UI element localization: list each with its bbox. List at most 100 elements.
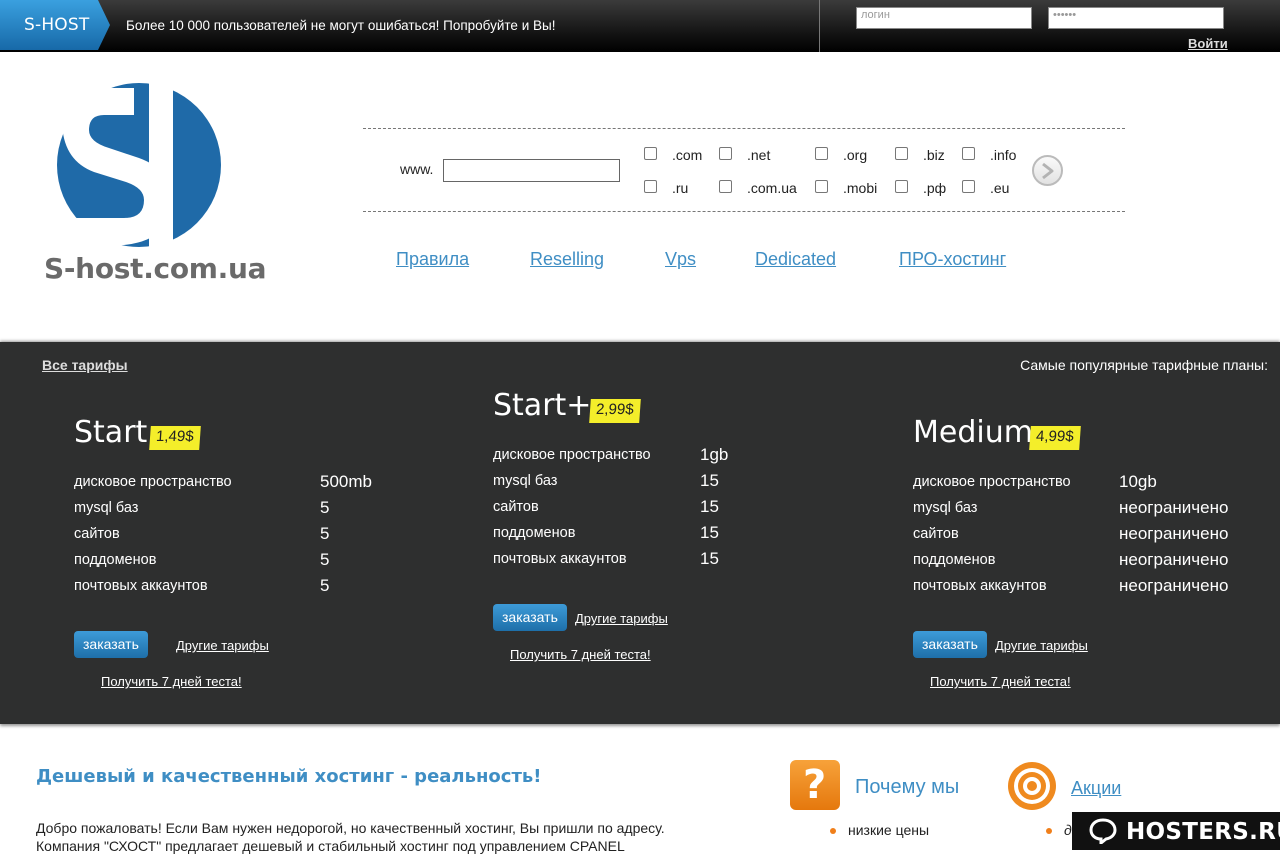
nav-link-pro-hosting[interactable]: ПРО-хостинг (899, 249, 1006, 270)
tld-checkbox-net[interactable] (719, 147, 732, 160)
spec-row: сайтов неограничено (913, 524, 1273, 552)
password-input[interactable]: •••••• (1048, 7, 1224, 29)
plan-price: 1,49$ (149, 426, 201, 450)
spec-label: сайтов (913, 526, 959, 542)
tld-checkbox-eu[interactable] (962, 180, 975, 193)
spec-value: 1gb (700, 445, 729, 464)
nav-link-dedicated[interactable]: Dedicated (755, 249, 836, 270)
speech-bubble-icon (1089, 818, 1117, 844)
why-us-item: низкие цены (848, 822, 930, 838)
login-input[interactable]: логин (856, 7, 1032, 29)
tld-checkbox-ru[interactable] (644, 180, 657, 193)
spec-row: поддоменов неограничено (913, 550, 1273, 578)
spec-label: поддоменов (493, 525, 576, 541)
login-button[interactable]: Войти (1188, 36, 1228, 51)
spec-value: 10gb (1119, 472, 1157, 491)
tld-checkbox-biz[interactable] (895, 147, 908, 160)
spec-label: почтовых аккаунтов (74, 578, 208, 594)
spec-row: дисковое пространство 1gb (493, 445, 853, 473)
spec-value: 15 (700, 497, 719, 516)
spec-label: mysql баз (493, 473, 558, 489)
spec-value: 15 (700, 471, 719, 490)
spec-label: почтовых аккаунтов (493, 551, 627, 567)
spec-row: mysql баз неограничено (913, 498, 1273, 526)
order-button[interactable]: заказать (913, 631, 987, 658)
watermark-text: HOSTERS.RU (1126, 819, 1280, 845)
order-button[interactable]: заказать (74, 631, 148, 658)
why-us-title: Почему мы (855, 776, 960, 798)
tld-label: .eu (990, 180, 1010, 196)
spec-label: дисковое пространство (74, 474, 232, 490)
trial-link[interactable]: Получить 7 дней теста! (930, 674, 1071, 689)
other-tariffs-link[interactable]: Другие тарифы (995, 638, 1088, 653)
tld-label: .info (990, 147, 1017, 163)
plan-price: 4,99$ (1029, 426, 1081, 450)
plan-name: Medium (913, 415, 1033, 450)
nav-link-rules[interactable]: Правила (396, 249, 469, 270)
spec-label: почтовых аккаунтов (913, 578, 1047, 594)
question-glyph: ? (803, 762, 827, 808)
spec-row: почтовых аккаунтов неограничено (913, 576, 1273, 604)
tld-label: .org (843, 147, 868, 163)
spec-value: неограничено (1119, 524, 1229, 543)
about-title: Дешевый и качественный хостинг - реально… (36, 766, 542, 787)
spec-row: сайтов 15 (493, 497, 853, 525)
tld-checkbox-org[interactable] (815, 147, 828, 160)
domain-search-button[interactable] (1032, 155, 1063, 186)
tariffs-panel: Все тарифы Самые популярные тарифные пла… (0, 342, 1280, 724)
plan-name: Start+ (493, 388, 592, 423)
brand-label: S-HOST (24, 15, 90, 35)
nav-link-reselling[interactable]: Reselling (530, 249, 604, 270)
tld-label: .com (672, 147, 703, 163)
question-icon: ? (790, 760, 840, 810)
trial-link[interactable]: Получить 7 дней теста! (101, 674, 242, 689)
spec-value: неограничено (1119, 498, 1229, 517)
bullet-icon (830, 828, 836, 834)
tld-checkbox-com[interactable] (644, 147, 657, 160)
spec-row: дисковое пространство 10gb (913, 472, 1273, 500)
tld-checkbox-rf[interactable] (895, 180, 908, 193)
logo-text: S-host.com.ua (44, 252, 267, 285)
tld-label: .com.ua (747, 180, 797, 196)
spec-row: дисковое пространство 500mb (74, 472, 434, 500)
plan-price: 2,99$ (589, 399, 641, 423)
spec-value: 5 (320, 550, 330, 569)
slogan: Более 10 000 пользователей не могут ошиб… (126, 18, 556, 33)
arrow-right-icon (1042, 162, 1054, 180)
tld-label: .ru (672, 180, 689, 196)
bullet-icon (1046, 828, 1052, 834)
popular-plans-label: Самые популярные тарифные планы: (1020, 357, 1268, 373)
spec-label: mysql баз (913, 500, 978, 516)
divider (819, 0, 820, 52)
trial-link[interactable]: Получить 7 дней теста! (510, 647, 651, 662)
spec-row: mysql баз 15 (493, 471, 853, 499)
target-icon-shape (1008, 762, 1056, 810)
tld-label: .biz (923, 147, 945, 163)
spec-label: поддоменов (913, 552, 996, 568)
spec-row: почтовых аккаунтов 15 (493, 549, 853, 577)
spec-row: поддоменов 5 (74, 550, 434, 578)
order-button[interactable]: заказать (493, 604, 567, 631)
plan-name: Start (74, 415, 148, 450)
spec-value: 15 (700, 523, 719, 542)
promotions-link[interactable]: Акции (1071, 778, 1121, 799)
tld-label: .mobi (843, 180, 878, 196)
nav-link-vps[interactable]: Vps (665, 249, 696, 270)
tld-checkbox-comua[interactable] (719, 180, 732, 193)
brand-badge[interactable]: S-HOST (0, 0, 110, 50)
spec-row: поддоменов 15 (493, 523, 853, 551)
other-tariffs-link[interactable]: Другие тарифы (176, 638, 269, 653)
spec-value: неограничено (1119, 550, 1229, 569)
spec-label: mysql баз (74, 500, 139, 516)
all-tariffs-link[interactable]: Все тарифы (42, 357, 128, 373)
spec-row: почтовых аккаунтов 5 (74, 576, 434, 604)
spec-value: 5 (320, 498, 330, 517)
spec-value: 5 (320, 576, 330, 595)
tld-label: .net (747, 147, 771, 163)
spec-label: дисковое пространство (913, 474, 1071, 490)
tld-checkbox-mobi[interactable] (815, 180, 828, 193)
domain-input[interactable] (443, 159, 620, 182)
tld-checkbox-info[interactable] (962, 147, 975, 160)
spec-value: 5 (320, 524, 330, 543)
other-tariffs-link[interactable]: Другие тарифы (575, 611, 668, 626)
